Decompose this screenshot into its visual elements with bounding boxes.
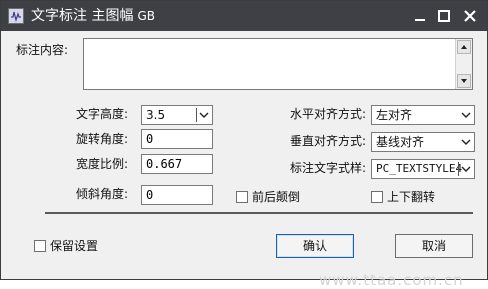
content-label: 标注内容: <box>16 43 69 57</box>
text-height-label: 文字高度: <box>76 107 129 121</box>
separator-line <box>45 212 473 214</box>
maximize-button[interactable] <box>433 6 455 26</box>
rotation-angle-label: 旋转角度: <box>76 132 129 146</box>
title-suffix: GB <box>137 9 155 23</box>
text-style-value: PC_TEXTSTYLE4 <box>376 162 463 175</box>
content-textbox[interactable] <box>83 38 473 90</box>
tilt-angle-field[interactable] <box>141 185 213 205</box>
dialog-window: 文字标注 主图幅 GB 标注内容: 文字高度: 3.5 旋转角度: 0 宽度比例… <box>0 0 488 289</box>
mirror-up-down-label: 上下翻转 <box>387 190 436 204</box>
minimize-button[interactable] <box>409 6 431 26</box>
keep-settings-checkbox[interactable] <box>34 240 46 252</box>
text-style-combo[interactable]: PC_TEXTSTYLE4 <box>371 159 475 179</box>
rotation-angle-input[interactable] <box>142 130 212 148</box>
width-ratio-input[interactable] <box>142 155 212 173</box>
window-title: 文字标注 主图幅 GB <box>31 6 155 26</box>
chevron-down-icon[interactable] <box>459 107 473 123</box>
dialog-body: 标注内容: 文字高度: 3.5 旋转角度: 宽度比例: <box>1 31 487 289</box>
content-scrollbar[interactable] <box>455 39 472 89</box>
content-input[interactable] <box>84 39 456 89</box>
text-height-value: 3.5 <box>146 108 166 122</box>
text-style-label: 标注文字式样: <box>290 161 367 175</box>
mirror-up-down-checkbox[interactable] <box>371 191 383 203</box>
chevron-down-icon[interactable] <box>459 161 473 177</box>
waveform-app-icon <box>8 8 24 24</box>
scroll-down-button[interactable] <box>457 74 471 88</box>
h-align-label: 水平对齐方式: <box>290 107 367 121</box>
mirror-front-back-checkbox[interactable] <box>236 191 248 203</box>
watermark: www.ttaa.com.cn <box>319 271 464 289</box>
width-ratio-field[interactable] <box>141 154 213 174</box>
scroll-up-icon <box>461 45 467 49</box>
chevron-down-icon[interactable] <box>197 107 211 123</box>
scroll-down-icon <box>461 79 467 83</box>
text-height-combo[interactable]: 3.5 <box>141 105 213 125</box>
close-icon <box>464 10 476 22</box>
h-align-value: 左对齐 <box>376 108 413 122</box>
v-align-value: 基线对齐 <box>376 135 425 149</box>
close-button[interactable] <box>459 6 481 26</box>
v-align-combo[interactable]: 基线对齐 <box>371 132 475 152</box>
tilt-angle-label: 倾斜角度: <box>76 187 129 201</box>
title-text: 文字标注 主图幅 <box>31 8 134 24</box>
keep-settings-label: 保留设置 <box>50 239 99 253</box>
title-bar[interactable]: 文字标注 主图幅 GB <box>1 1 487 31</box>
cancel-button[interactable]: 取消 <box>395 234 473 258</box>
mirror-front-back-label: 前后颠倒 <box>252 190 301 204</box>
tilt-angle-input[interactable] <box>142 186 212 204</box>
chevron-down-icon[interactable] <box>459 134 473 150</box>
width-ratio-label: 宽度比例: <box>76 157 129 171</box>
v-align-label: 垂直对齐方式: <box>290 134 367 148</box>
rotation-angle-field[interactable] <box>141 129 213 149</box>
h-align-combo[interactable]: 左对齐 <box>371 105 475 125</box>
confirm-button[interactable]: 确认 <box>276 234 354 258</box>
maximize-icon <box>438 10 450 22</box>
scroll-up-button[interactable] <box>457 40 471 54</box>
minimize-icon <box>415 19 425 21</box>
